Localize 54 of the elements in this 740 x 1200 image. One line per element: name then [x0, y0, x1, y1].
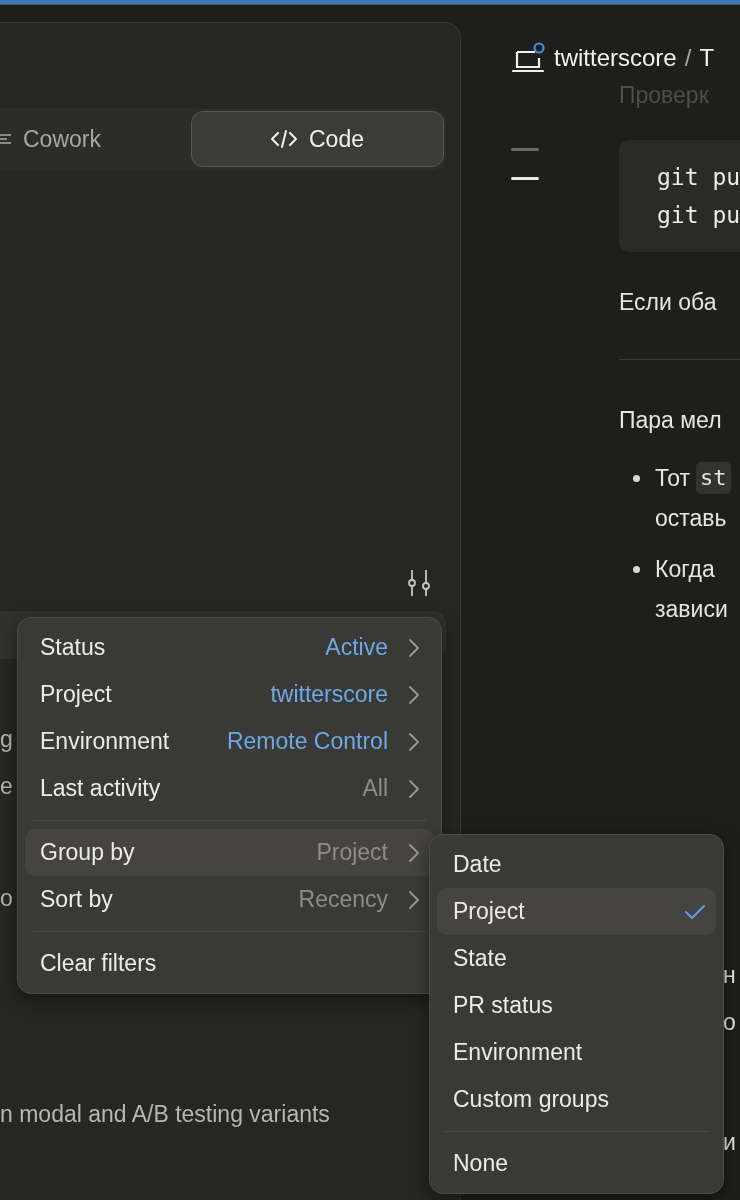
menu-item[interactable]: Environment Remote Control	[25, 718, 434, 765]
checkmark-icon	[684, 903, 706, 920]
text-fragment: н	[723, 962, 736, 988]
paragraph: Если оба	[619, 288, 718, 317]
chevron-right-icon	[408, 731, 420, 752]
inline-code: st	[696, 462, 731, 494]
menu-item[interactable]: Last activity All	[25, 765, 434, 812]
page-title: T	[699, 44, 715, 72]
session-title-fragment[interactable]: e	[0, 763, 13, 810]
menu-item[interactable]: None	[437, 1140, 716, 1187]
project-link[interactable]: twitterscore	[554, 44, 677, 72]
code-line: git pu	[657, 163, 740, 192]
menu-item[interactable]: Project	[437, 888, 716, 935]
paragraph: Пара мел	[619, 406, 723, 435]
outline-marker[interactable]	[511, 148, 539, 151]
chevron-right-icon	[408, 684, 420, 705]
chevron-right-icon	[408, 889, 420, 910]
chevron-right-icon	[408, 842, 420, 863]
code-icon	[271, 129, 297, 149]
code-line: git pu	[657, 201, 740, 230]
menu-item[interactable]: PR status	[437, 982, 716, 1029]
menu-item[interactable]: Environment	[437, 1029, 716, 1076]
mode-tab[interactable]: Cowork	[0, 111, 191, 167]
menu-item[interactable]: Project twitterscore	[25, 671, 434, 718]
list-icon	[0, 132, 11, 146]
list-item-text: оставь	[655, 504, 727, 533]
laptop-icon	[512, 42, 546, 74]
filter-value: Remote Control	[226, 728, 388, 755]
session-title-fragment[interactable]: g	[0, 716, 13, 763]
filter-settings-icon[interactable]	[406, 569, 432, 597]
text-fragment: и	[723, 1129, 736, 1155]
chevron-right-icon	[408, 778, 420, 799]
mode-tab[interactable]: Code	[191, 111, 444, 167]
bullet-dot	[633, 566, 640, 573]
menu-item[interactable]: Custom groups	[437, 1076, 716, 1123]
menu-item[interactable]: Date	[437, 841, 716, 888]
list-item-text: Тот	[655, 464, 691, 493]
menu-item[interactable]: Status Active	[25, 624, 434, 671]
list-item-text: зависи	[655, 595, 728, 624]
list-item-text: Когда	[655, 555, 715, 584]
bullet-dot	[633, 475, 640, 482]
breadcrumb-separator: /	[684, 44, 692, 72]
menu-item[interactable]: State	[437, 935, 716, 982]
menu-item[interactable]: Group by Project	[25, 829, 434, 876]
filter-value: Recency	[298, 886, 388, 913]
filter-value: Active	[325, 634, 388, 661]
chevron-right-icon	[408, 637, 420, 658]
text-fragment: о	[723, 1009, 736, 1035]
filter-value: All	[362, 775, 388, 802]
filter-value: Project	[316, 839, 388, 866]
session-title[interactable]: n modal and A/B testing variants	[0, 1091, 330, 1138]
filter-value: twitterscore	[270, 681, 388, 708]
outline-marker[interactable]	[511, 177, 539, 180]
session-title-fragment[interactable]: o	[0, 875, 13, 922]
